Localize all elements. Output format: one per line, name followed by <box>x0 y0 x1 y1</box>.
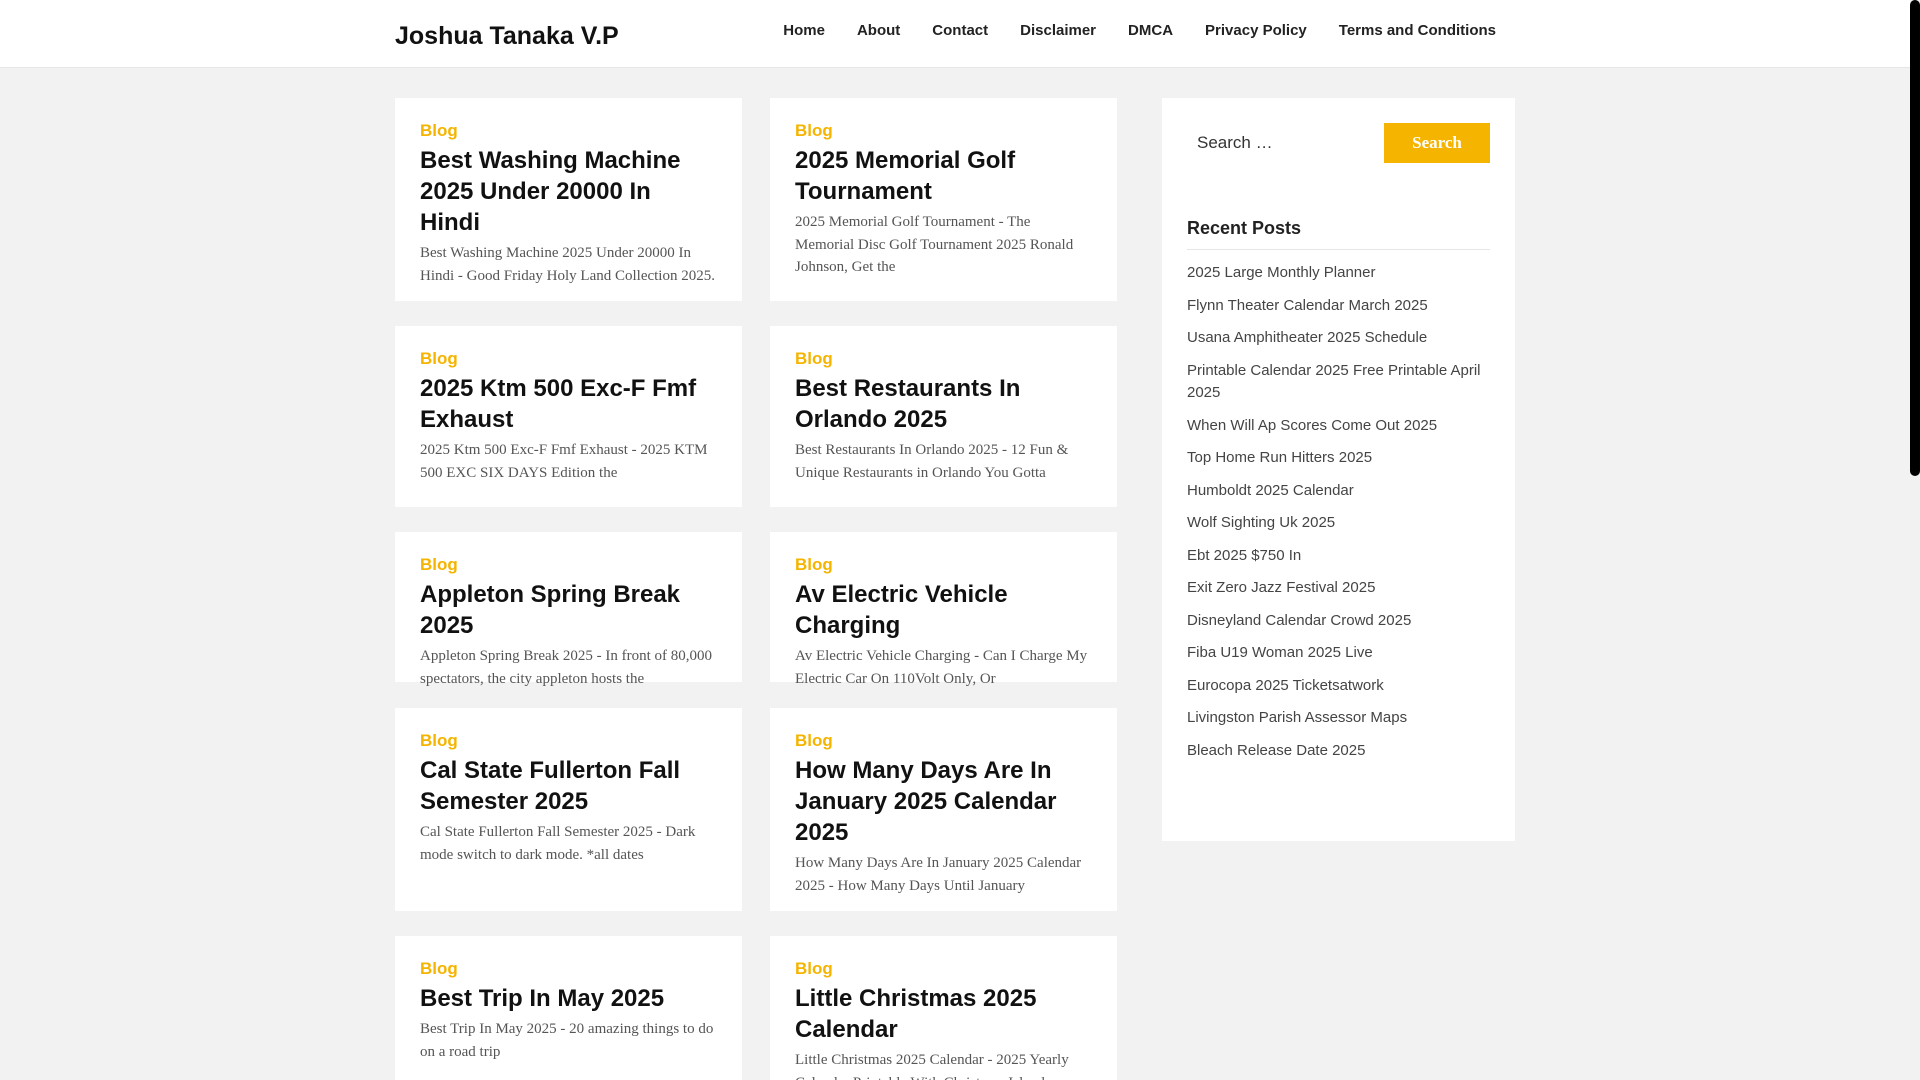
recent-post-link[interactable]: When Will Ap Scores Come Out 2025 <box>1187 417 1437 434</box>
list-item: 2025 Large Monthly Planner <box>1187 262 1490 285</box>
main-nav: Home About Contact Disclaimer DMCA Priva… <box>751 0 1496 60</box>
list-item: Exit Zero Jazz Festival 2025 <box>1187 577 1490 600</box>
recent-posts-heading: Recent Posts <box>1187 218 1490 250</box>
post-card: Blog 2025 Memorial Golf Tournament 2025 … <box>770 98 1117 301</box>
recent-post-link[interactable]: Fiba U19 Woman 2025 Live <box>1187 644 1373 661</box>
recent-post-link[interactable]: Ebt 2025 $750 In <box>1187 547 1301 564</box>
nav-home[interactable]: Home <box>783 22 825 39</box>
list-item: When Will Ap Scores Come Out 2025 <box>1187 415 1490 438</box>
list-item: Humboldt 2025 Calendar <box>1187 480 1490 503</box>
recent-posts-list: 2025 Large Monthly Planner Flynn Theater… <box>1187 262 1490 762</box>
post-title[interactable]: Cal State Fullerton Fall Semester 2025 <box>420 755 717 817</box>
post-title[interactable]: Appleton Spring Break 2025 <box>420 579 717 641</box>
recent-post-link[interactable]: Livingston Parish Assessor Maps <box>1187 709 1407 726</box>
post-title[interactable]: Av Electric Vehicle Charging <box>795 579 1092 641</box>
list-item: Disneyland Calendar Crowd 2025 <box>1187 610 1490 633</box>
post-category[interactable]: Blog <box>420 349 717 369</box>
list-item: Fiba U19 Woman 2025 Live <box>1187 642 1490 665</box>
list-item: Wolf Sighting Uk 2025 <box>1187 512 1490 535</box>
post-category[interactable]: Blog <box>420 959 717 979</box>
post-excerpt: Best Washing Machine 2025 Under 20000 In… <box>420 245 715 284</box>
list-item: Usana Amphitheater 2025 Schedule <box>1187 327 1490 350</box>
post-excerpt: Best Restaurants In Orlando 2025 - 12 Fu… <box>795 442 1069 481</box>
post-excerpt: Appleton Spring Break 2025 - In front of… <box>420 648 713 687</box>
recent-post-link[interactable]: 2025 Large Monthly Planner <box>1187 264 1375 281</box>
post-excerpt: Av Electric Vehicle Charging - Can I Cha… <box>795 648 1088 687</box>
list-item: Eurocopa 2025 Ticketsatwork <box>1187 675 1490 698</box>
post-card: Blog Cal State Fullerton Fall Semester 2… <box>395 708 742 911</box>
list-item: Bleach Release Date 2025 <box>1187 740 1490 763</box>
post-card: Blog Best Restaurants In Orlando 2025 Be… <box>770 326 1117 507</box>
recent-post-link[interactable]: Flynn Theater Calendar March 2025 <box>1187 297 1428 314</box>
post-title[interactable]: Best Restaurants In Orlando 2025 <box>795 373 1092 435</box>
post-category[interactable]: Blog <box>420 731 717 751</box>
recent-post-link[interactable]: Disneyland Calendar Crowd 2025 <box>1187 612 1411 629</box>
post-category[interactable]: Blog <box>795 349 1092 369</box>
post-card: Blog Av Electric Vehicle Charging Av Ele… <box>770 532 1117 687</box>
post-card: Blog 2025 Ktm 500 Exc-F Fmf Exhaust 2025… <box>395 326 742 507</box>
post-excerpt: How Many Days Are In January 2025 Calend… <box>795 855 1082 894</box>
post-category[interactable]: Blog <box>795 731 1092 751</box>
post-title[interactable]: 2025 Memorial Golf Tournament <box>795 145 1092 207</box>
recent-post-link[interactable]: Printable Calendar 2025 Free Printable A… <box>1187 362 1481 402</box>
recent-post-link[interactable]: Wolf Sighting Uk 2025 <box>1187 514 1335 531</box>
nav-contact[interactable]: Contact <box>932 22 988 39</box>
list-item: Top Home Run Hitters 2025 <box>1187 447 1490 470</box>
list-item: Flynn Theater Calendar March 2025 <box>1187 295 1490 318</box>
post-card: Blog Appleton Spring Break 2025 Appleton… <box>395 532 742 687</box>
post-category[interactable]: Blog <box>420 555 717 575</box>
post-title[interactable]: How Many Days Are In January 2025 Calend… <box>795 755 1092 848</box>
list-item: Ebt 2025 $750 In <box>1187 545 1490 568</box>
site-title[interactable]: Joshua Tanaka V.P <box>395 22 619 51</box>
post-card: Blog How Many Days Are In January 2025 C… <box>770 708 1117 911</box>
sidebar: Search Recent Posts 2025 Large Monthly P… <box>1162 98 1515 841</box>
recent-post-link[interactable]: Exit Zero Jazz Festival 2025 <box>1187 579 1375 596</box>
nav-privacy-policy[interactable]: Privacy Policy <box>1205 22 1307 39</box>
post-excerpt: Little Christmas 2025 Calendar - 2025 Ye… <box>795 1052 1069 1080</box>
search-form: Search <box>1187 123 1490 163</box>
post-category[interactable]: Blog <box>420 121 717 141</box>
list-item: Printable Calendar 2025 Free Printable A… <box>1187 360 1490 405</box>
recent-post-link[interactable]: Eurocopa 2025 Ticketsatwork <box>1187 677 1384 694</box>
nav-terms-and-conditions[interactable]: Terms and Conditions <box>1339 22 1496 39</box>
post-card: Blog Best Trip In May 2025 Best Trip In … <box>395 936 742 1080</box>
post-category[interactable]: Blog <box>795 121 1092 141</box>
list-item: Livingston Parish Assessor Maps <box>1187 707 1490 730</box>
post-excerpt: Cal State Fullerton Fall Semester 2025 -… <box>420 824 696 863</box>
nav-dmca[interactable]: DMCA <box>1128 22 1173 39</box>
post-excerpt: 2025 Memorial Golf Tournament - The Memo… <box>795 214 1074 275</box>
recent-post-link[interactable]: Bleach Release Date 2025 <box>1187 742 1365 759</box>
post-card: Blog Best Washing Machine 2025 Under 200… <box>395 98 742 301</box>
nav-disclaimer[interactable]: Disclaimer <box>1020 22 1096 39</box>
search-input[interactable] <box>1187 123 1377 163</box>
post-category[interactable]: Blog <box>795 555 1092 575</box>
post-category[interactable]: Blog <box>795 959 1092 979</box>
site-header: Joshua Tanaka V.P Home About Contact Dis… <box>0 0 1910 68</box>
post-title[interactable]: Best Washing Machine 2025 Under 20000 In… <box>420 145 717 238</box>
recent-post-link[interactable]: Top Home Run Hitters 2025 <box>1187 449 1372 466</box>
nav-about[interactable]: About <box>857 22 900 39</box>
post-excerpt: 2025 Ktm 500 Exc-F Fmf Exhaust - 2025 KT… <box>420 442 708 481</box>
post-title[interactable]: Little Christmas 2025 Calendar <box>795 983 1092 1045</box>
recent-post-link[interactable]: Usana Amphitheater 2025 Schedule <box>1187 329 1427 346</box>
search-button[interactable]: Search <box>1384 123 1490 163</box>
scrollbar[interactable] <box>1910 0 1920 1080</box>
post-card: Blog Little Christmas 2025 Calendar Litt… <box>770 936 1117 1080</box>
post-title[interactable]: Best Trip In May 2025 <box>420 983 717 1014</box>
post-title[interactable]: 2025 Ktm 500 Exc-F Fmf Exhaust <box>420 373 717 435</box>
scrollbar-thumb[interactable] <box>1910 0 1920 476</box>
post-excerpt: Best Trip In May 2025 - 20 amazing thing… <box>420 1021 714 1060</box>
recent-post-link[interactable]: Humboldt 2025 Calendar <box>1187 482 1354 499</box>
